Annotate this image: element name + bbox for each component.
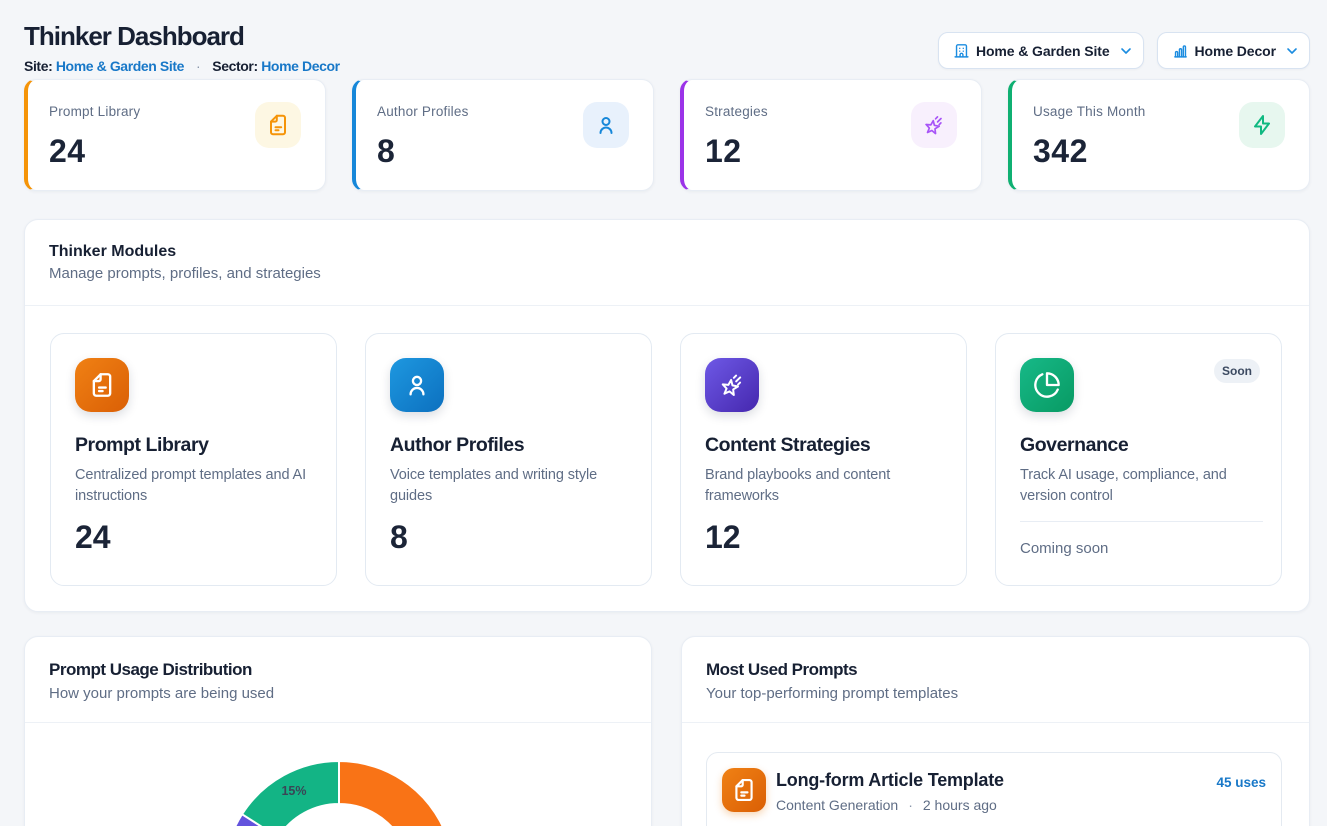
svg-text:15%: 15% (281, 784, 306, 798)
